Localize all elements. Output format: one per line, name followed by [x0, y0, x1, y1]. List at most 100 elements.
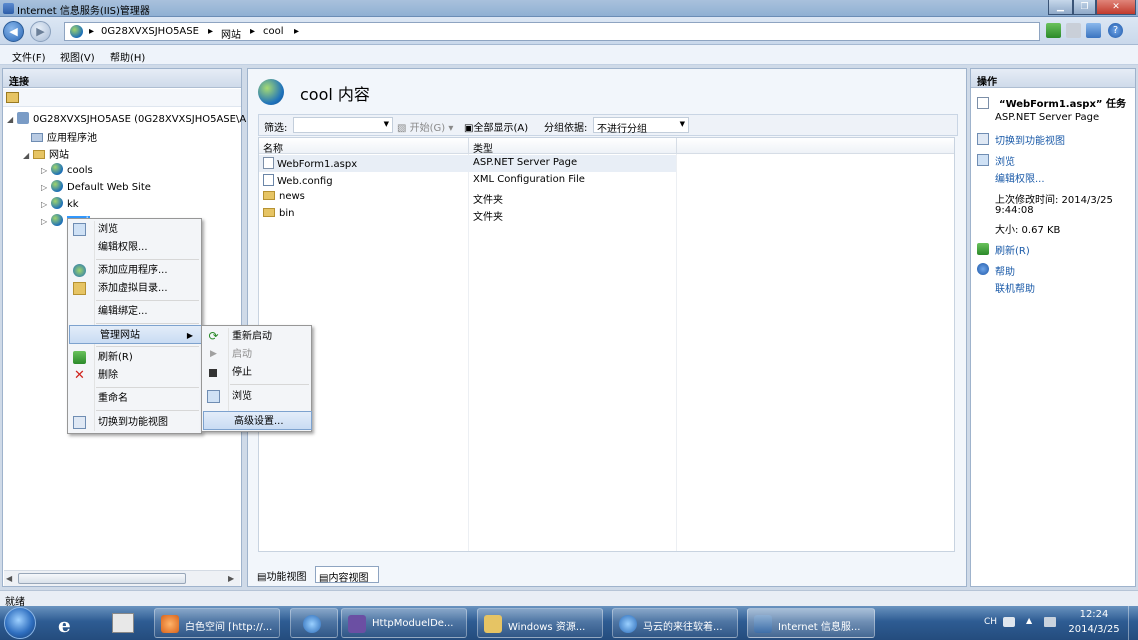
task-explorer[interactable]: Windows 资源... — [477, 608, 603, 638]
refresh-icon — [977, 243, 989, 255]
ctx-add-virtual-dir[interactable]: 添加虚拟目录... — [68, 279, 201, 298]
manage-site-submenu: ⟳ 重新启动 ▶ 启动 停止 浏览 高级设置... — [201, 325, 312, 432]
refresh-link[interactable]: 刷新(R) — [995, 242, 1030, 257]
language-indicator[interactable]: CH — [984, 617, 997, 627]
sub-stop[interactable]: 停止 — [202, 363, 311, 382]
keyboard-icon[interactable] — [1003, 617, 1015, 627]
ctx-delete[interactable]: ✕ 删除 — [68, 366, 201, 385]
tree-sites[interactable]: ◢ 网站 — [23, 146, 69, 161]
forward-button[interactable]: ▶ — [30, 21, 51, 42]
network-icon[interactable] — [1044, 617, 1056, 627]
task-visual-studio[interactable]: HttpModuelDe... — [341, 608, 467, 638]
column-type[interactable]: 类型 — [469, 138, 677, 155]
tree-site-kk[interactable]: ▷ kk — [41, 197, 79, 210]
actions-panel: 操作 “WebForm1.aspx” 任务 ASP.NET Server Pag… — [970, 68, 1136, 587]
switch-view-link[interactable]: 切换到功能视图 — [995, 132, 1065, 147]
submenu-arrow-icon: ▶ — [186, 331, 193, 340]
status-bar: 就绪 — [0, 590, 1138, 608]
globe-icon — [70, 25, 83, 38]
ctx-refresh[interactable]: 刷新(R) — [68, 348, 201, 367]
clock-time[interactable]: 12:24 — [1064, 609, 1124, 620]
task-browser[interactable]: 白色空间 [http://... — [154, 608, 280, 638]
tree-server[interactable]: ◢ 0G28XVXSJHO5ASE (0G28XVXSJHO5ASE\A — [7, 112, 246, 125]
close-button[interactable]: ✕ — [1096, 0, 1136, 15]
home-icon[interactable] — [1086, 23, 1101, 38]
sub-start[interactable]: ▶ 启动 — [202, 345, 311, 364]
stop-icon — [209, 369, 217, 377]
ctx-switch-view[interactable]: 切换到功能视图 — [68, 413, 201, 432]
menu-view[interactable]: 视图(V) — [60, 49, 95, 64]
show-all-button[interactable]: ▣全部显示(A) — [464, 119, 528, 134]
content-view-tab[interactable]: ▤内容视图 — [315, 566, 379, 584]
horizontal-scrollbar[interactable]: ◀ ▶ — [4, 570, 240, 586]
sub-browse[interactable]: 浏览 — [202, 387, 311, 406]
connections-toolbar — [3, 89, 241, 107]
filter-bar: 筛选: ▼ ▧ 开始(G) ▾ ▣全部显示(A) 分组依据: 不进行分组 ▼ — [258, 114, 958, 136]
ctx-add-application[interactable]: 添加应用程序... — [68, 261, 201, 280]
filter-input[interactable]: ▼ — [293, 117, 393, 133]
tray-expand-icon[interactable]: ▲ — [1026, 616, 1032, 625]
minimize-button[interactable]: ▁ — [1048, 0, 1073, 15]
back-button[interactable]: ◀ — [3, 21, 24, 42]
ctx-edit-permissions[interactable]: 编辑权限... — [68, 238, 201, 257]
scroll-left-icon[interactable]: ◀ — [6, 574, 12, 583]
online-help-link[interactable]: 联机帮助 — [995, 280, 1035, 295]
notepad-icon[interactable] — [112, 613, 134, 633]
address-bar: ◀ ▶ ▸ 0G28XVXSJHO5ASE ▸ 网站 ▸ cool ▸ ? — [0, 17, 1138, 45]
menu-file[interactable]: 文件(F) — [12, 49, 46, 64]
config-file-icon — [263, 174, 274, 186]
table-row[interactable]: WebForm1.aspx ASP.NET Server Page — [259, 155, 676, 172]
group-select[interactable]: 不进行分组 ▼ — [593, 117, 689, 135]
refresh-icon[interactable] — [1046, 23, 1061, 38]
switch-view-icon — [977, 133, 989, 145]
ctx-edit-bindings[interactable]: 编辑绑定... — [68, 302, 201, 321]
actions-header: 操作 — [971, 69, 1135, 88]
tree-site-default[interactable]: ▷ Default Web Site — [41, 180, 151, 193]
sub-restart[interactable]: ⟳ 重新启动 — [202, 327, 311, 346]
menu-help[interactable]: 帮助(H) — [110, 49, 145, 64]
help-icon[interactable]: ? — [1108, 23, 1123, 38]
server-icon — [17, 112, 29, 124]
table-row[interactable]: news 文件夹 — [259, 189, 676, 206]
iis-app-icon — [3, 3, 14, 14]
crumb-site[interactable]: cool — [263, 26, 284, 37]
task-chat[interactable]: 马云的来往软着... — [612, 608, 738, 638]
ie-icon[interactable]: e — [58, 613, 71, 637]
scroll-thumb[interactable] — [18, 573, 186, 584]
help-link[interactable]: 帮助 — [995, 263, 1015, 278]
show-desktop-button[interactable] — [1128, 606, 1138, 640]
stop-icon[interactable] — [1066, 23, 1081, 38]
crumb-sites[interactable]: 网站 — [221, 26, 241, 41]
sub-advanced-settings[interactable]: 高级设置... — [203, 411, 312, 430]
ctx-browse[interactable]: 浏览 — [68, 220, 201, 239]
browse-icon — [207, 390, 220, 403]
connect-icon[interactable] — [6, 92, 19, 103]
ctx-manage-site[interactable]: 管理网站 ▶ — [69, 325, 202, 344]
add-vdir-icon — [73, 282, 86, 295]
edit-permissions-link[interactable]: 编辑权限... — [995, 170, 1045, 185]
app-icon — [303, 615, 321, 633]
clock-date[interactable]: 2014/3/25 — [1064, 624, 1124, 635]
browse-link[interactable]: 浏览 — [995, 153, 1015, 168]
task-iis[interactable]: Internet 信息服... — [747, 608, 875, 638]
features-view-tab[interactable]: ▤功能视图 — [254, 566, 314, 583]
help-icon — [977, 263, 989, 275]
maximize-button[interactable]: ❐ — [1073, 0, 1096, 15]
context-menu: 浏览 编辑权限... 添加应用程序... 添加虚拟目录... 编辑绑定... 管… — [67, 218, 202, 434]
group-label: 分组依据: — [544, 123, 588, 134]
breadcrumb[interactable]: ▸ 0G28XVXSJHO5ASE ▸ 网站 ▸ cool ▸ — [64, 22, 1040, 41]
tree-site-cools[interactable]: ▷ cools — [41, 163, 93, 176]
ctx-rename[interactable]: 重命名 — [68, 389, 201, 408]
crumb-server[interactable]: 0G28XVXSJHO5ASE — [101, 26, 199, 37]
start-button[interactable]: ▧ 开始(G) ▾ — [397, 119, 453, 134]
start-button[interactable] — [4, 607, 36, 639]
tree-app-pools[interactable]: 应用程序池 — [31, 129, 97, 144]
table-row[interactable]: Web.config XML Configuration File — [259, 172, 676, 189]
task-app[interactable] — [290, 608, 338, 638]
window-title: Internet 信息服务(IIS)管理器 — [17, 6, 150, 17]
filter-label: 筛选: — [264, 123, 288, 134]
scroll-right-icon[interactable]: ▶ — [228, 574, 234, 583]
column-name[interactable]: 名称 — [259, 138, 469, 155]
table-row[interactable]: bin 文件夹 — [259, 206, 676, 223]
add-app-icon — [73, 264, 86, 277]
